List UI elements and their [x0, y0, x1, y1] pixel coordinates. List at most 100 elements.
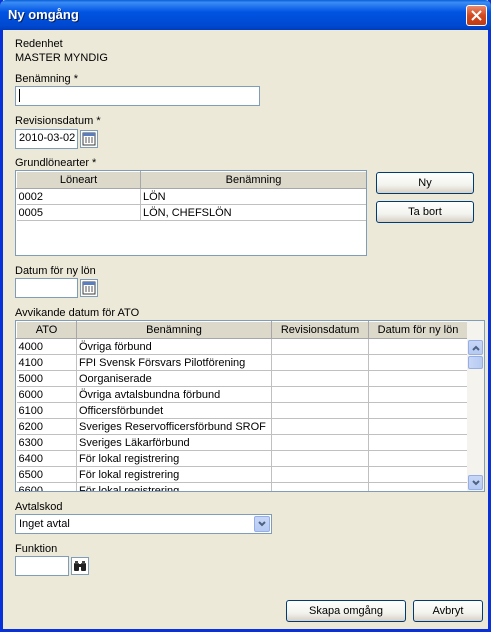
- close-button[interactable]: [466, 5, 487, 26]
- cell-datum-ny-lon[interactable]: [368, 466, 468, 483]
- ny-button[interactable]: Ny: [376, 172, 474, 194]
- cell-datum-ny-lon[interactable]: [368, 402, 468, 419]
- avtalskod-dropdown-button[interactable]: [254, 516, 270, 532]
- redenhet-value: MASTER MYNDIG: [15, 52, 108, 64]
- cell-benamning: Övriga förbund: [76, 338, 272, 355]
- avbryt-button[interactable]: Avbryt: [413, 600, 483, 622]
- window-title: Ny omgång: [8, 7, 79, 22]
- column-header-benamning[interactable]: Benämning: [76, 321, 272, 339]
- column-header-loneart[interactable]: Löneart: [16, 171, 141, 189]
- binoculars-icon: [74, 561, 86, 571]
- redenhet-label: Redenhet: [15, 38, 63, 50]
- cell-ato: 6000: [16, 386, 77, 403]
- grundlonearter-table: Löneart Benämning 0002 LÖN 0005 LÖN, CHE…: [15, 170, 367, 256]
- table-row[interactable]: 6600 För lokal registrering: [16, 482, 468, 491]
- cell-revisionsdatum[interactable]: [271, 354, 369, 371]
- cell-benamning: Oorganiserade: [76, 370, 272, 387]
- cell-revisionsdatum[interactable]: [271, 386, 369, 403]
- table-row[interactable]: 6500 För lokal registrering: [16, 466, 468, 483]
- cell-revisionsdatum[interactable]: [271, 338, 369, 355]
- cell-ato: 6300: [16, 434, 77, 451]
- cell-benamning: Officersförbundet: [76, 402, 272, 419]
- table-row[interactable]: 4000 Övriga förbund: [16, 338, 468, 355]
- skapa-omgang-button[interactable]: Skapa omgång: [286, 600, 406, 622]
- benamning-label: Benämning *: [15, 73, 78, 85]
- datum-ny-lon-input[interactable]: [15, 278, 78, 298]
- cell-ato: 6100: [16, 402, 77, 419]
- table-row[interactable]: 5000 Oorganiserade: [16, 370, 468, 387]
- scroll-down-button[interactable]: [468, 475, 483, 490]
- avvikande-label: Avvikande datum för ATO: [15, 307, 140, 319]
- datum-ny-lon-calendar-button[interactable]: [80, 279, 98, 297]
- cell-datum-ny-lon[interactable]: [368, 338, 468, 355]
- cell-loneart: 0005: [16, 204, 141, 221]
- cell-revisionsdatum[interactable]: [271, 370, 369, 387]
- funktion-input[interactable]: [15, 556, 69, 576]
- scroll-up-button[interactable]: [468, 340, 483, 355]
- cell-benamning: För lokal registrering: [76, 482, 272, 491]
- text-caret: [19, 89, 20, 102]
- ta-bort-button[interactable]: Ta bort: [376, 201, 474, 223]
- cell-ato: 4100: [16, 354, 77, 371]
- avtalskod-label: Avtalskod: [15, 501, 63, 513]
- vertical-scrollbar[interactable]: [467, 321, 484, 491]
- calendar-icon: [82, 281, 96, 295]
- cell-benamning: Sveriges Läkarförbund: [76, 434, 272, 451]
- title-bar[interactable]: Ny omgång: [0, 0, 491, 30]
- cell-datum-ny-lon[interactable]: [368, 354, 468, 371]
- revisionsdatum-input[interactable]: 2010-03-02: [15, 129, 78, 149]
- column-header-benamning[interactable]: Benämning: [140, 171, 366, 189]
- table-row[interactable]: 4100 FPI Svensk Försvars Pilotförening: [16, 354, 468, 371]
- cell-ato: 4000: [16, 338, 77, 355]
- cell-datum-ny-lon[interactable]: [368, 450, 468, 467]
- table-row[interactable]: 6400 För lokal registrering: [16, 450, 468, 467]
- cell-datum-ny-lon[interactable]: [368, 370, 468, 387]
- funktion-label: Funktion: [15, 543, 58, 555]
- avvikande-table: ATO Benämning Revisionsdatum Datum för n…: [15, 320, 485, 492]
- cell-revisionsdatum[interactable]: [271, 482, 369, 491]
- avtalskod-select[interactable]: Inget avtal: [15, 514, 272, 534]
- cell-ato: 5000: [16, 370, 77, 387]
- table-row[interactable]: 0002 LÖN: [16, 188, 366, 205]
- table-row[interactable]: 6300 Sveriges Läkarförbund: [16, 434, 468, 451]
- table-row[interactable]: 6000 Övriga avtalsbundna förbund: [16, 386, 468, 403]
- avtalskod-selected-value: Inget avtal: [19, 518, 70, 530]
- column-header-datum-ny-lon[interactable]: Datum för ny lön: [368, 321, 468, 339]
- cell-revisionsdatum[interactable]: [271, 450, 369, 467]
- cell-benamning: För lokal registrering: [76, 466, 272, 483]
- cell-benamning: LÖN: [140, 188, 366, 205]
- benamning-input[interactable]: [15, 86, 260, 106]
- cell-revisionsdatum[interactable]: [271, 418, 369, 435]
- cell-revisionsdatum[interactable]: [271, 466, 369, 483]
- dialog-window: Ny omgång Redenhet MASTER MYNDIG Benämni…: [0, 0, 491, 632]
- cell-benamning: LÖN, CHEFSLÖN: [140, 204, 366, 221]
- cell-benamning: För lokal registrering: [76, 450, 272, 467]
- cell-ato: 6200: [16, 418, 77, 435]
- cell-datum-ny-lon[interactable]: [368, 386, 468, 403]
- cell-benamning: FPI Svensk Försvars Pilotförening: [76, 354, 272, 371]
- table-row[interactable]: 6100 Officersförbundet: [16, 402, 468, 419]
- column-header-revisionsdatum[interactable]: Revisionsdatum: [271, 321, 369, 339]
- cell-ato: 6600: [16, 482, 77, 491]
- calendar-icon: [82, 132, 96, 146]
- grundlonearter-label: Grundlönearter *: [15, 157, 97, 169]
- datum-ny-lon-label: Datum för ny lön: [15, 265, 96, 277]
- table-row[interactable]: 0005 LÖN, CHEFSLÖN: [16, 204, 366, 221]
- revisionsdatum-label: Revisionsdatum *: [15, 115, 101, 127]
- chevron-up-icon: [471, 345, 480, 351]
- cell-revisionsdatum[interactable]: [271, 434, 369, 451]
- chevron-down-icon: [258, 521, 266, 527]
- revisionsdatum-calendar-button[interactable]: [80, 130, 98, 148]
- cell-datum-ny-lon[interactable]: [368, 418, 468, 435]
- column-header-ato[interactable]: ATO: [16, 321, 77, 339]
- close-icon: [471, 10, 482, 21]
- cell-ato: 6500: [16, 466, 77, 483]
- scroll-thumb[interactable]: [468, 356, 483, 369]
- funktion-search-button[interactable]: [71, 557, 89, 575]
- cell-ato: 6400: [16, 450, 77, 467]
- cell-datum-ny-lon[interactable]: [368, 482, 468, 491]
- cell-datum-ny-lon[interactable]: [368, 434, 468, 451]
- cell-revisionsdatum[interactable]: [271, 402, 369, 419]
- table-row[interactable]: 6200 Sveriges Reservofficersförbund SROF: [16, 418, 468, 435]
- cell-benamning: Övriga avtalsbundna förbund: [76, 386, 272, 403]
